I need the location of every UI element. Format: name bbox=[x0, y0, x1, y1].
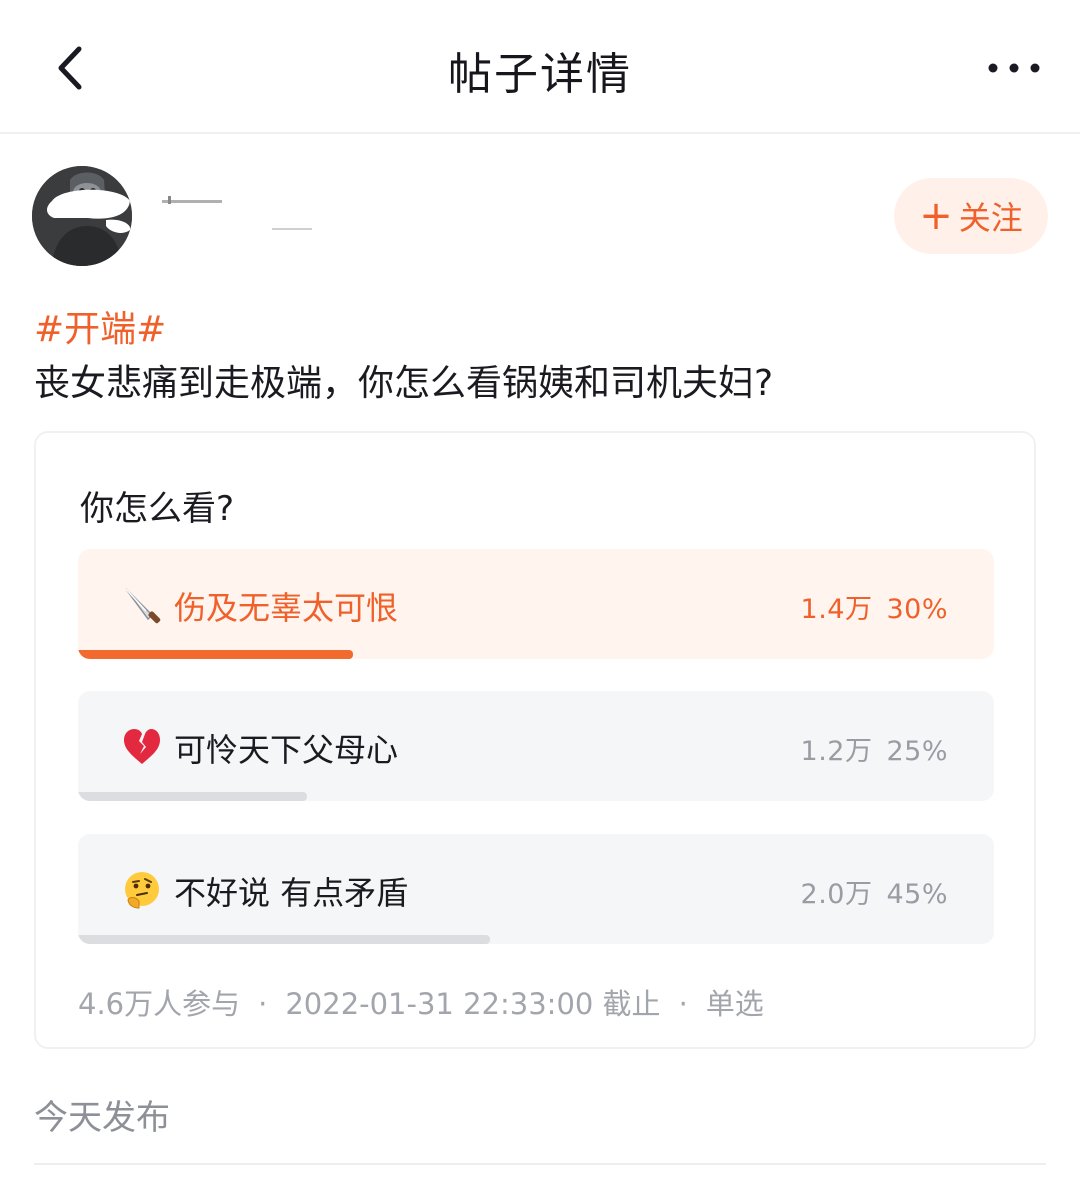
thinking-face-icon bbox=[125, 872, 159, 909]
poll-option-stats: 2.0万 45% bbox=[801, 872, 948, 911]
poll-option-label: 伤及无辜太可恨 bbox=[174, 589, 399, 627]
poll-question: 你怎么看? bbox=[80, 489, 235, 529]
author-row: + 关注 bbox=[32, 166, 1048, 268]
more-options-button[interactable] bbox=[982, 42, 1046, 94]
page-title: 帖子详情 bbox=[448, 49, 632, 100]
poll-card: 你怎么看? 伤及无辜太可恨 1.4万 30% 可怜天下父母心 1.2万 25% bbox=[34, 431, 1036, 1049]
plus-icon: + bbox=[919, 193, 953, 239]
separator-dot: · bbox=[258, 987, 268, 1021]
poll-option-count: 2.0万 bbox=[800, 879, 873, 910]
poll-option-progress-bar bbox=[78, 650, 353, 659]
follow-label: 关注 bbox=[958, 199, 1023, 237]
poll-option-percent: 25% bbox=[886, 736, 948, 767]
poll-participants: 4.6万人参与 bbox=[78, 987, 241, 1021]
poll-mode: 单选 bbox=[705, 987, 764, 1021]
poll-option-1[interactable]: 伤及无辜太可恨 1.4万 30% bbox=[78, 549, 994, 659]
broken-heart-icon bbox=[124, 729, 160, 764]
poll-option-label: 可怜天下父母心 bbox=[174, 731, 399, 769]
poll-option-count: 1.4万 bbox=[800, 594, 873, 625]
poll-option-count: 1.2万 bbox=[800, 736, 873, 767]
poll-option-stats: 1.4万 30% bbox=[801, 587, 948, 626]
avatar[interactable] bbox=[32, 166, 132, 266]
poll-option-progress-bar bbox=[78, 935, 491, 944]
post-title: 丧女悲痛到走极端，你怎么看锅姨和司机夫妇? bbox=[34, 363, 774, 404]
poll-deadline: 2022-01-31 22:33:00 截止 bbox=[285, 987, 661, 1021]
poll-option-label: 不好说 有点矛盾 bbox=[174, 874, 409, 912]
poll-option-percent: 45% bbox=[886, 879, 948, 910]
divider bbox=[34, 1163, 1046, 1165]
publish-time: 今天发布 bbox=[34, 1098, 170, 1138]
poll-option-2[interactable]: 可怜天下父母心 1.2万 25% bbox=[78, 691, 994, 801]
poll-option-stats: 1.2万 25% bbox=[801, 729, 948, 768]
follow-button[interactable]: + 关注 bbox=[894, 178, 1048, 254]
topic-tag[interactable]: #开端# bbox=[34, 300, 166, 352]
poll-option-progress-bar bbox=[78, 792, 307, 801]
top-navigation-bar: 帖子详情 bbox=[0, 0, 1080, 134]
poll-option-percent: 30% bbox=[886, 594, 948, 625]
separator-dot: · bbox=[678, 987, 688, 1021]
username-redacted bbox=[162, 196, 312, 230]
more-dots-icon bbox=[988, 63, 1040, 73]
poll-footer: 4.6万人参与 · 2022-01-31 22:33:00 截止 · 单选 bbox=[78, 981, 764, 1023]
knife-icon bbox=[125, 588, 161, 624]
poll-option-3[interactable]: 不好说 有点矛盾 2.0万 45% bbox=[78, 834, 994, 944]
